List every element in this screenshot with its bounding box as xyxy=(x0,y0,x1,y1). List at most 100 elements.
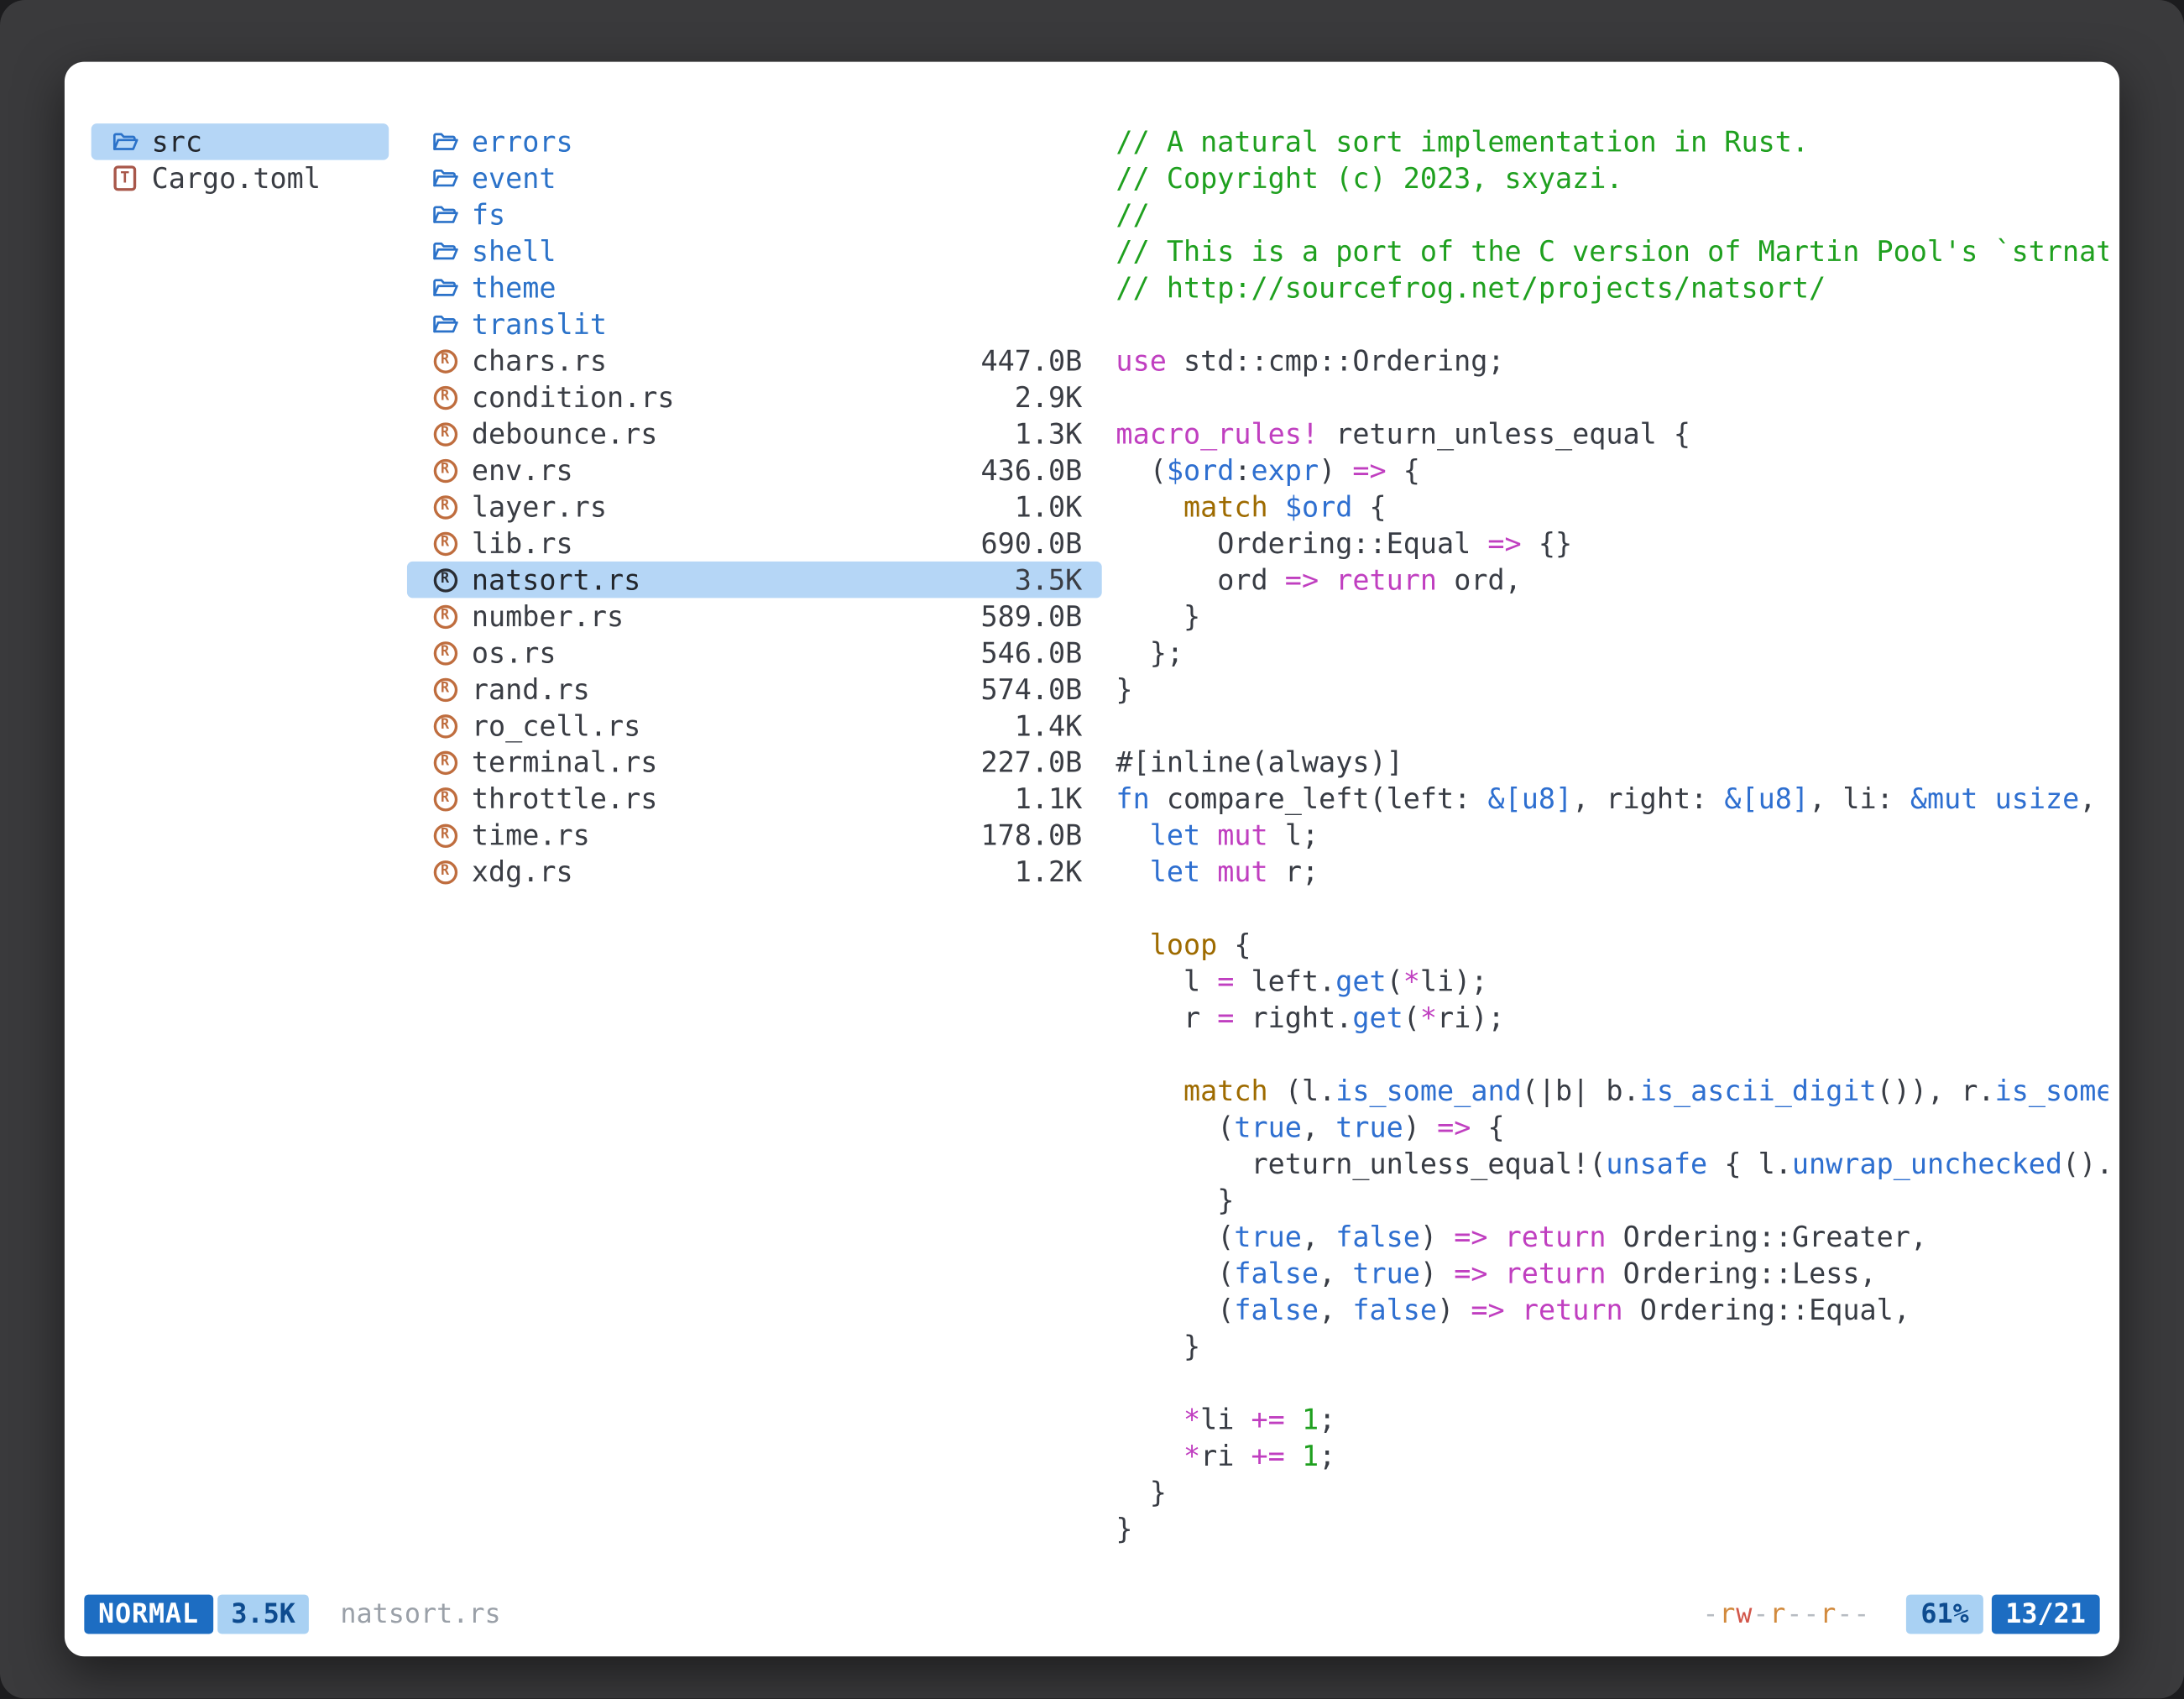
code-line xyxy=(1116,379,2108,416)
entry-name: throttle.rs xyxy=(472,781,657,817)
code-line: fn compare_left(left: &[u8], right: &[u8… xyxy=(1116,781,2108,817)
entry-size: 690.0B xyxy=(967,525,1083,561)
folder-row-errors[interactable]: errors xyxy=(407,123,1102,159)
rust-file-icon: R xyxy=(428,860,462,883)
entry-name: fs xyxy=(472,196,505,233)
entry-name: event xyxy=(472,160,556,196)
code-line: *li += 1; xyxy=(1116,1401,2108,1437)
code-line: match (l.is_some_and(|b| b.is_ascii_digi… xyxy=(1116,1073,2108,1109)
folder-open-icon xyxy=(428,203,462,226)
entry-name: terminal.rs xyxy=(472,744,657,780)
file-row-terminal.rs[interactable]: Rterminal.rs 227.0B xyxy=(407,744,1102,780)
entry-name: os.rs xyxy=(472,635,556,671)
folder-row-translit[interactable]: translit xyxy=(407,306,1102,342)
file-row-ro_cell.rs[interactable]: Rro_cell.rs1.4K xyxy=(407,708,1102,744)
code-line: l = left.get(*li); xyxy=(1116,963,2108,999)
entry-size: 1.3K xyxy=(1001,416,1082,452)
code-line: // xyxy=(1116,196,2108,233)
entry-size: 447.0B xyxy=(967,342,1083,379)
rust-file-icon: R xyxy=(428,458,462,482)
code-line: // A natural sort implementation in Rust… xyxy=(1116,123,2108,159)
entry-name: theme xyxy=(472,269,556,306)
code-line: (false, false) => return Ordering::Equal… xyxy=(1116,1291,2108,1327)
folder-row-event[interactable]: event xyxy=(407,160,1102,196)
file-row-throttle.rs[interactable]: Rthrottle.rs1.1K xyxy=(407,781,1102,817)
entry-size: 589.0B xyxy=(967,598,1083,634)
entry-name: natsort.rs xyxy=(472,562,640,598)
folder-open-icon xyxy=(428,167,462,190)
entry-name: layer.rs xyxy=(472,489,607,525)
code-line xyxy=(1116,306,2108,342)
code-line: (true, true) => { xyxy=(1116,1109,2108,1145)
file-size-badge: 3.5K xyxy=(217,1595,310,1634)
code-line: use std::cmp::Ordering; xyxy=(1116,342,2108,379)
folder-open-icon xyxy=(428,240,462,263)
rust-file-icon: R xyxy=(428,422,462,446)
entry-size: 574.0B xyxy=(967,671,1083,707)
file-row-layer.rs[interactable]: Rlayer.rs1.0K xyxy=(407,489,1102,525)
file-row-chars.rs[interactable]: Rchars.rs 447.0B xyxy=(407,342,1102,379)
code-line xyxy=(1116,890,2108,926)
file-row-os.rs[interactable]: Ros.rs546.0B xyxy=(407,635,1102,671)
file-row-condition.rs[interactable]: Rcondition.rs2.9K xyxy=(407,379,1102,416)
file-permissions: -rw-r--r-- xyxy=(1702,1599,1870,1630)
rust-file-icon: R xyxy=(428,640,462,664)
file-row-number.rs[interactable]: Rnumber.rs589.0B xyxy=(407,598,1102,634)
file-row-rand.rs[interactable]: Rrand.rs574.0B xyxy=(407,671,1102,707)
folder-row-theme[interactable]: theme xyxy=(407,269,1102,306)
entry-name: chars.rs xyxy=(472,342,607,379)
code-line: match $ord { xyxy=(1116,489,2108,525)
entry-name: ro_cell.rs xyxy=(472,708,640,744)
rust-file-icon: R xyxy=(428,750,462,774)
code-line: *ri += 1; xyxy=(1116,1437,2108,1473)
file-row-lib.rs[interactable]: Rlib.rs690.0B xyxy=(407,525,1102,561)
code-line: } xyxy=(1116,1510,2108,1546)
current-directory-pane: errorseventfsshellthemetranslitRchars.rs… xyxy=(407,123,1102,890)
code-line: } xyxy=(1116,1328,2108,1364)
folder-open-icon xyxy=(108,131,142,154)
code-line: r = right.get(*ri); xyxy=(1116,1000,2108,1036)
entry-name: shell xyxy=(472,233,556,269)
status-filename: natsort.rs xyxy=(340,1599,500,1630)
file-row-debounce.rs[interactable]: Rdebounce.rs 1.3K xyxy=(407,416,1102,452)
status-left-group: NORMAL 3.5K natsort.rs xyxy=(84,1595,500,1634)
code-line: // This is a port of the C version of Ma… xyxy=(1116,233,2108,269)
code-line: macro_rules! return_unless_equal { xyxy=(1116,416,2108,452)
code-line: (false, true) => return Ordering::Less, xyxy=(1116,1255,2108,1291)
folder-row-src[interactable]: src xyxy=(91,123,389,159)
file-row-time.rs[interactable]: Rtime.rs178.0B xyxy=(407,817,1102,853)
rust-file-icon: R xyxy=(428,531,462,555)
code-line: Ordering::Equal => {} xyxy=(1116,525,2108,561)
code-line xyxy=(1116,1364,2108,1400)
folder-row-shell[interactable]: shell xyxy=(407,233,1102,269)
cursor-position-badge: 13/21 xyxy=(1992,1595,2100,1634)
entry-size: 1.2K xyxy=(1001,854,1082,890)
entry-name: rand.rs xyxy=(472,671,590,707)
file-row-env.rs[interactable]: Renv.rs436.0B xyxy=(407,452,1102,488)
rust-file-icon: R xyxy=(428,385,462,409)
rust-file-icon: R xyxy=(428,567,462,591)
rust-file-icon: R xyxy=(428,349,462,373)
code-line: return_unless_equal!(unsafe { l.unwrap_u… xyxy=(1116,1146,2108,1182)
file-row-xdg.rs[interactable]: Rxdg.rs 1.2K xyxy=(407,854,1102,890)
code-line: (true, false) => return Ordering::Greate… xyxy=(1116,1219,2108,1255)
file-preview-pane: // A natural sort implementation in Rust… xyxy=(1116,123,2108,1547)
code-line xyxy=(1116,708,2108,744)
file-row-natsort.rs[interactable]: Rnatsort.rs3.5K xyxy=(407,562,1102,598)
entry-name: debounce.rs xyxy=(472,416,657,452)
file-row-Cargo.toml[interactable]: TCargo.toml xyxy=(91,160,389,196)
entry-name: env.rs xyxy=(472,452,573,488)
code-line: } xyxy=(1116,1474,2108,1510)
code-line: let mut r; xyxy=(1116,854,2108,890)
folder-row-fs[interactable]: fs xyxy=(407,196,1102,233)
mode-badge: NORMAL xyxy=(84,1595,212,1634)
entry-name: xdg.rs xyxy=(472,854,573,890)
entry-size: 227.0B xyxy=(967,744,1083,780)
code-line: // Copyright (c) 2023, sxyazi. xyxy=(1116,160,2108,196)
entry-name: errors xyxy=(472,123,573,159)
screen: srcTCargo.toml errorseventfsshellthemetr… xyxy=(0,0,2184,1698)
entry-name: time.rs xyxy=(472,817,590,853)
rust-file-icon: R xyxy=(428,787,462,810)
rust-file-icon: R xyxy=(428,494,462,518)
toml-file-icon: T xyxy=(108,165,142,191)
